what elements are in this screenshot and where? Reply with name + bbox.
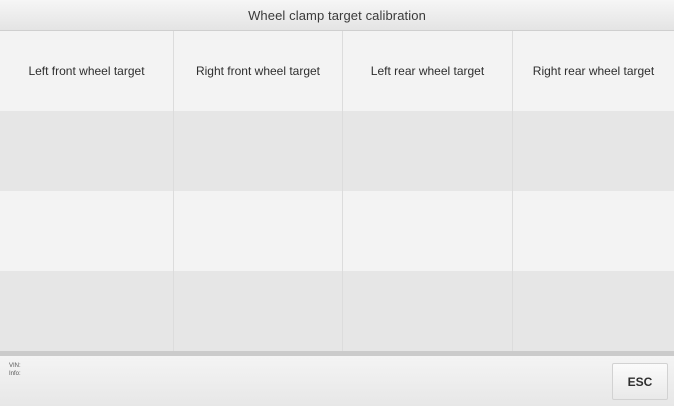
column-header-left-front: Left front wheel target — [0, 31, 174, 111]
calibration-table: Left front wheel target Right front whee… — [0, 31, 674, 351]
table-cell — [174, 111, 343, 191]
table-cell — [343, 191, 513, 271]
vehicle-info: VIN: Info: — [9, 362, 21, 378]
table-row — [0, 191, 674, 271]
table-cell — [343, 111, 513, 191]
table-cell — [0, 111, 174, 191]
table-cell — [343, 271, 513, 351]
table-cell — [0, 271, 174, 351]
table-cell — [513, 111, 674, 191]
page-title: Wheel clamp target calibration — [248, 7, 426, 23]
table-cell — [513, 271, 674, 351]
title-bar: Wheel clamp target calibration — [0, 0, 674, 31]
column-header-left-rear: Left rear wheel target — [343, 31, 513, 111]
table-cell — [0, 191, 174, 271]
table-cell — [174, 191, 343, 271]
table-row — [0, 111, 674, 191]
table-header-row: Left front wheel target Right front whee… — [0, 31, 674, 111]
esc-button[interactable]: ESC — [612, 363, 668, 400]
column-header-right-front: Right front wheel target — [174, 31, 343, 111]
table-cell — [174, 271, 343, 351]
info-label: Info: — [9, 371, 21, 377]
footer-bar: VIN: Info: ESC — [0, 356, 674, 406]
vin-label: VIN: — [9, 363, 21, 369]
table-cell — [513, 191, 674, 271]
table-row — [0, 271, 674, 351]
column-header-right-rear: Right rear wheel target — [532, 64, 655, 78]
